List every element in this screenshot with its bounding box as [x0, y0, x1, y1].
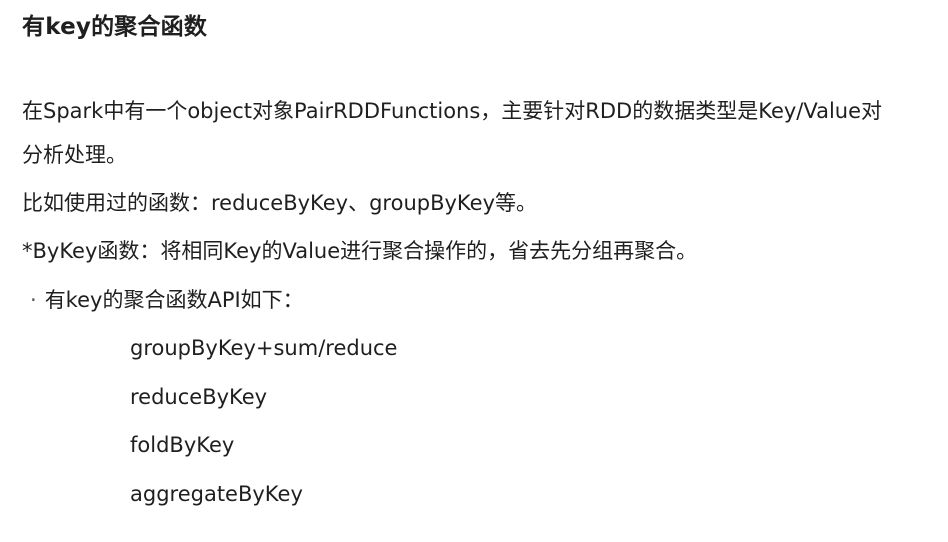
api-item-foldbykey: foldByKey [130, 433, 235, 457]
paragraph-bykey-note: *ByKey函数：将相同Key的Value进行聚合操作的，省去先分组再聚合。 [22, 239, 698, 263]
api-list: groupByKey+sum/reduce reduceByKey foldBy… [130, 333, 397, 527]
bullet-dot: · [30, 288, 37, 312]
paragraph-intro-line-1: 在Spark中有一个object对象PairRDDFunctions，主要针对R… [22, 99, 883, 123]
api-item-groupbykey: groupByKey+sum/reduce [130, 336, 398, 360]
api-item-aggregatebykey: aggregateByKey [130, 481, 303, 506]
bullet-api-intro: · 有key的聚合函数API如下： [30, 285, 304, 315]
document-page: 有key的聚合函数 在Spark中有一个object对象PairRDDFunct… [0, 0, 948, 542]
api-item-reducebykey: reduceByKey [130, 384, 268, 409]
paragraph-intro-line-2: 分析处理。 [22, 143, 127, 167]
paragraph-examples: 比如使用过的函数：reduceByKey、groupByKey等。 [22, 191, 538, 215]
bullet-text: 有key的聚合函数API如下： [44, 288, 304, 312]
section-heading: 有key的聚合函数 [22, 14, 208, 40]
